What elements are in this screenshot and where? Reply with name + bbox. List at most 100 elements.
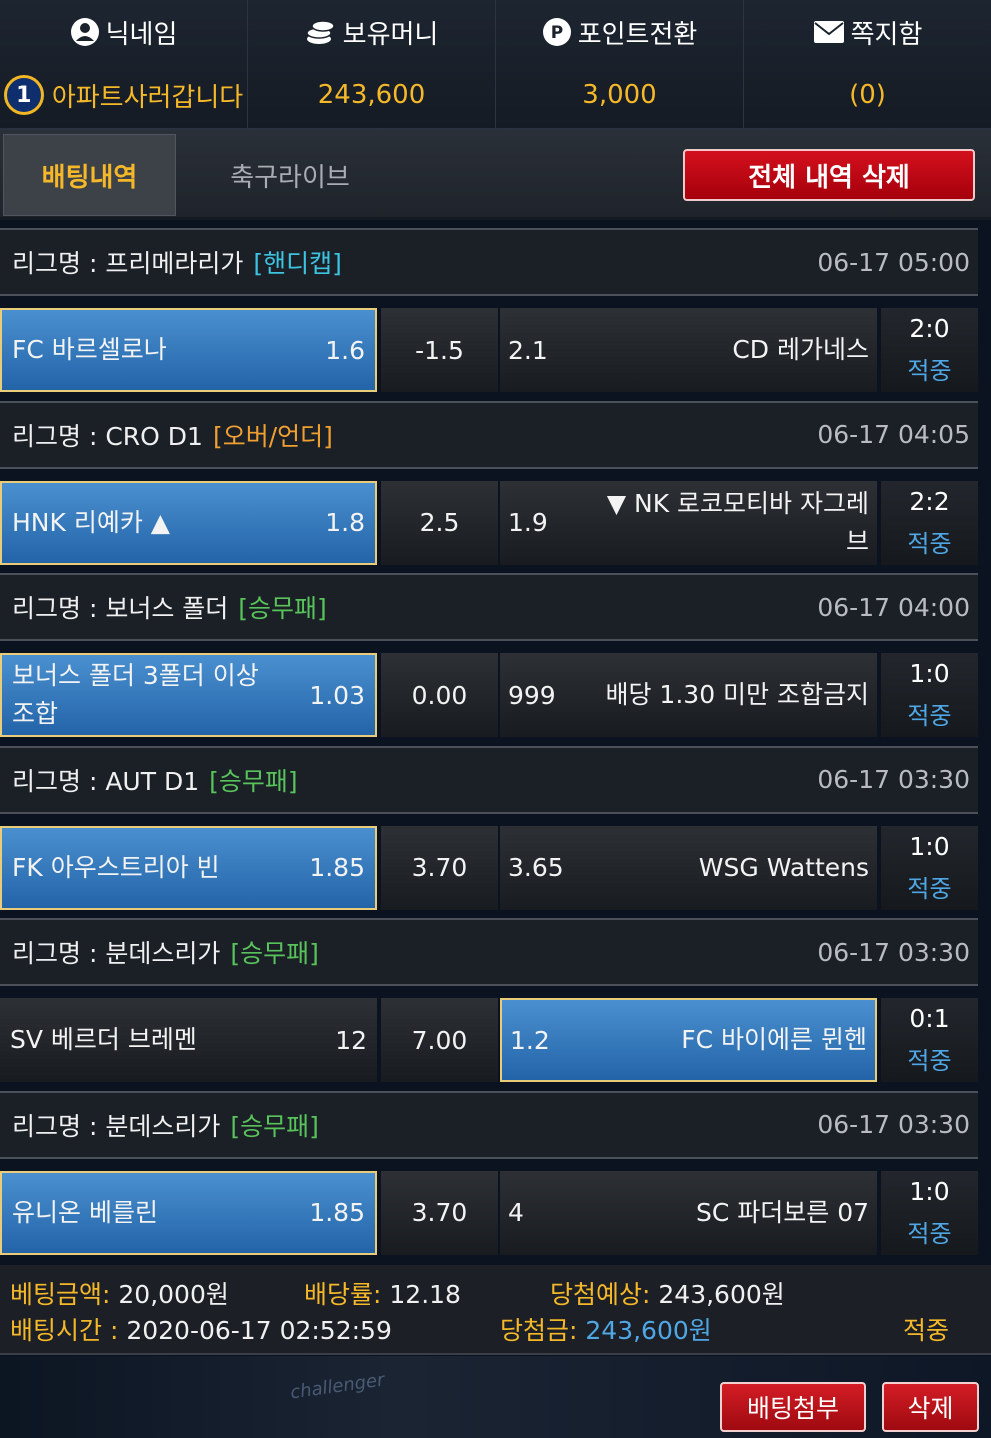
draw-line[interactable]: 3.70 <box>381 1170 498 1255</box>
league-prefix: 리그명 : <box>12 594 106 623</box>
level-badge: 1 <box>3 75 44 115</box>
match-time: 06-17 04:05 <box>817 420 970 449</box>
league-prefix: 리그명 : <box>12 939 106 968</box>
match-score: 2:2 <box>909 486 950 516</box>
league-row: 리그명 : 보너스 폴더 [승무패] 06-17 04:00 <box>0 573 978 641</box>
bet-time: 배팅시간 : 2020-06-17 02:52:59 <box>10 1311 392 1347</box>
home-odds: 1.6 <box>325 335 365 365</box>
away-pick[interactable]: 999 배당 1.30 미만 조합금지 <box>500 653 877 737</box>
delete-button[interactable]: 삭제 <box>882 1382 979 1432</box>
bet-match: 리그명 : AUT D1 [승무패] 06-17 03:30 FK 아우스트리아 빈 1… <box>0 738 991 911</box>
home-odds: 1.8 <box>325 508 365 537</box>
draw-line[interactable]: 2.5 <box>381 480 498 565</box>
away-odds: 3.65 <box>508 853 564 882</box>
league-row: 리그명 : AUT D1 [승무패] 06-17 03:30 <box>0 745 978 814</box>
home-pick[interactable]: 유니온 베를린 1.85 <box>0 1170 377 1255</box>
bet-type-tag: [핸디캡] <box>253 249 342 278</box>
point-value: 3,000 <box>582 80 657 110</box>
tab-bet-history[interactable]: 배팅내역 <box>3 134 176 216</box>
account-info-bar: 닉네임 1 아파트사러갑니다 보유머니 243,600 P 포인트전환 3,00… <box>0 0 991 130</box>
match-status: 적중 <box>907 357 952 385</box>
match-status: 적중 <box>907 529 952 558</box>
away-pick[interactable]: 4 SC 파더보른 07 <box>500 1170 877 1255</box>
expected-win: 당첨예상: 243,600원 <box>550 1275 785 1311</box>
message-label[interactable]: 쪽지함 <box>851 14 923 51</box>
match-result: 0:1 적중 <box>881 998 978 1082</box>
draw-line[interactable]: 7.00 <box>381 998 498 1082</box>
away-team: CD 레가네스 <box>732 335 869 364</box>
bet-amount-label: 베팅금액: <box>10 1280 111 1309</box>
match-time: 06-17 04:00 <box>817 592 970 622</box>
bet-row: 유니온 베를린 1.85 3.70 4 SC 파더보른 07 1:0 적중 <box>0 1170 978 1255</box>
league-row: 리그명 : CRO D1 [오버/언더] 06-17 04:05 <box>0 400 978 469</box>
bet-summary: 베팅금액: 20,000원 배당률: 12.18 당첨예상: 243,600원 … <box>0 1265 991 1355</box>
home-pick[interactable]: SV 베르더 브레멘 12 <box>0 998 377 1082</box>
match-result: 2:0 적중 <box>881 308 978 392</box>
draw-line[interactable]: -1.5 <box>381 308 498 392</box>
draw-line[interactable]: 0.00 <box>381 653 498 737</box>
bet-match: 리그명 : CRO D1 [오버/언더] 06-17 04:05 HNK 리예카 ▲ 1… <box>0 393 991 566</box>
match-status: 적중 <box>907 1047 952 1075</box>
home-pick[interactable]: HNK 리예카 ▲ 1.8 <box>0 480 377 565</box>
tab-soccer-live[interactable]: 축구라이브 <box>190 134 390 216</box>
bet-row: HNK 리예카 ▲ 1.8 2.5 1.9 ▼ NK 로코모티바 자그레브 2:2 적중 <box>0 480 978 565</box>
match-score: 1:0 <box>909 659 950 688</box>
home-team: 보너스 폴더 3폴더 이상 조합 <box>12 661 259 728</box>
away-odds: 1.2 <box>510 1025 550 1055</box>
match-score: 1:0 <box>909 831 950 861</box>
nickname-label: 닉네임 <box>105 19 178 50</box>
nickname-column: 닉네임 1 아파트사러갑니다 <box>0 0 248 128</box>
home-odds: 1.85 <box>309 853 365 882</box>
money-label: 보유머니 <box>342 19 439 50</box>
message-column[interactable]: 쪽지함 (0) <box>744 0 991 128</box>
bet-row: 보너스 폴더 3폴더 이상 조합 1.03 0.00 999 배당 1.30 미만 조합… <box>0 653 978 737</box>
bet-match: 리그명 : 분데스리가 [승무패] 06-17 03:30 SV 베르더 브레멘 12 7… <box>0 910 991 1083</box>
away-odds: 1.9 <box>508 508 548 537</box>
bet-type-tag: [승무패] <box>230 939 319 968</box>
match-score: 2:0 <box>909 314 950 343</box>
match-score: 1:0 <box>909 1176 950 1206</box>
tabs-bar: 배팅내역 축구라이브 전체 내역 삭제 <box>0 130 991 220</box>
away-odds: 2.1 <box>508 335 548 365</box>
league-title: 보너스 폴더 <box>105 594 229 623</box>
match-result: 1:0 적중 <box>881 1170 978 1255</box>
coins-icon <box>305 17 337 47</box>
away-pick[interactable]: 2.1 CD 레가네스 <box>500 308 877 392</box>
message-count[interactable]: (0) <box>849 80 886 110</box>
home-pick[interactable]: FK 아우스트리아 빈 1.85 <box>0 825 377 910</box>
league-name: 리그명 : AUT D1 [승무패] <box>12 762 298 798</box>
match-time: 06-17 03:30 <box>817 937 970 967</box>
away-team: WSG Wattens <box>698 852 869 882</box>
bet-row: FK 아우스트리아 빈 1.85 3.70 3.65 WSG Wattens 1:0 적중 <box>0 825 978 910</box>
draw-line[interactable]: 3.70 <box>381 825 498 910</box>
home-team: SV 베르더 브레멘 <box>10 1025 197 1054</box>
delete-all-button[interactable]: 전체 내역 삭제 <box>683 149 975 201</box>
away-odds: 4 <box>508 1198 524 1227</box>
away-pick[interactable]: 3.65 WSG Wattens <box>500 825 877 910</box>
league-name: 리그명 : CRO D1 [오버/언더] <box>12 417 333 453</box>
home-pick[interactable]: FC 바르셀로나 1.6 <box>0 308 377 392</box>
point-column[interactable]: P 포인트전환 3,000 <box>496 0 744 128</box>
home-pick[interactable]: 보너스 폴더 3폴더 이상 조합 1.03 <box>0 653 377 737</box>
odds: 배당률: 12.18 <box>304 1275 461 1311</box>
league-prefix: 리그명 : <box>12 1111 106 1141</box>
bet-type-tag: [승무패] <box>230 1111 319 1141</box>
home-odds: 12 <box>335 1025 367 1055</box>
odds-value: 12.18 <box>389 1280 461 1309</box>
win-amount-label: 당첨금: <box>500 1316 578 1345</box>
league-row: 리그명 : 프리메라리가 [핸디캡] 06-17 05:00 <box>0 228 978 296</box>
league-name: 리그명 : 보너스 폴더 [승무패] <box>12 589 327 625</box>
odds-label: 배당률: <box>304 1280 382 1309</box>
league-row: 리그명 : 분데스리가 [승무패] 06-17 03:30 <box>0 918 978 986</box>
match-time: 06-17 03:30 <box>817 1110 970 1139</box>
point-convert-label[interactable]: 포인트전환 <box>578 14 698 51</box>
bet-type-tag: [승무패] <box>238 594 327 623</box>
league-prefix: 리그명 : <box>12 249 106 278</box>
bet-type-tag: [승무패] <box>209 766 298 796</box>
bet-attach-button[interactable]: 배팅첨부 <box>720 1382 866 1432</box>
nickname-value[interactable]: 아파트사러갑니다 <box>52 77 243 114</box>
league-name: 리그명 : 분데스리가 [승무패] <box>12 1107 319 1143</box>
league-name: 리그명 : 프리메라리가 [핸디캡] <box>12 244 342 280</box>
away-pick[interactable]: 1.2 FC 바이에른 뮌헨 <box>500 998 877 1082</box>
away-pick[interactable]: 1.9 ▼ NK 로코모티바 자그레브 <box>500 480 877 565</box>
